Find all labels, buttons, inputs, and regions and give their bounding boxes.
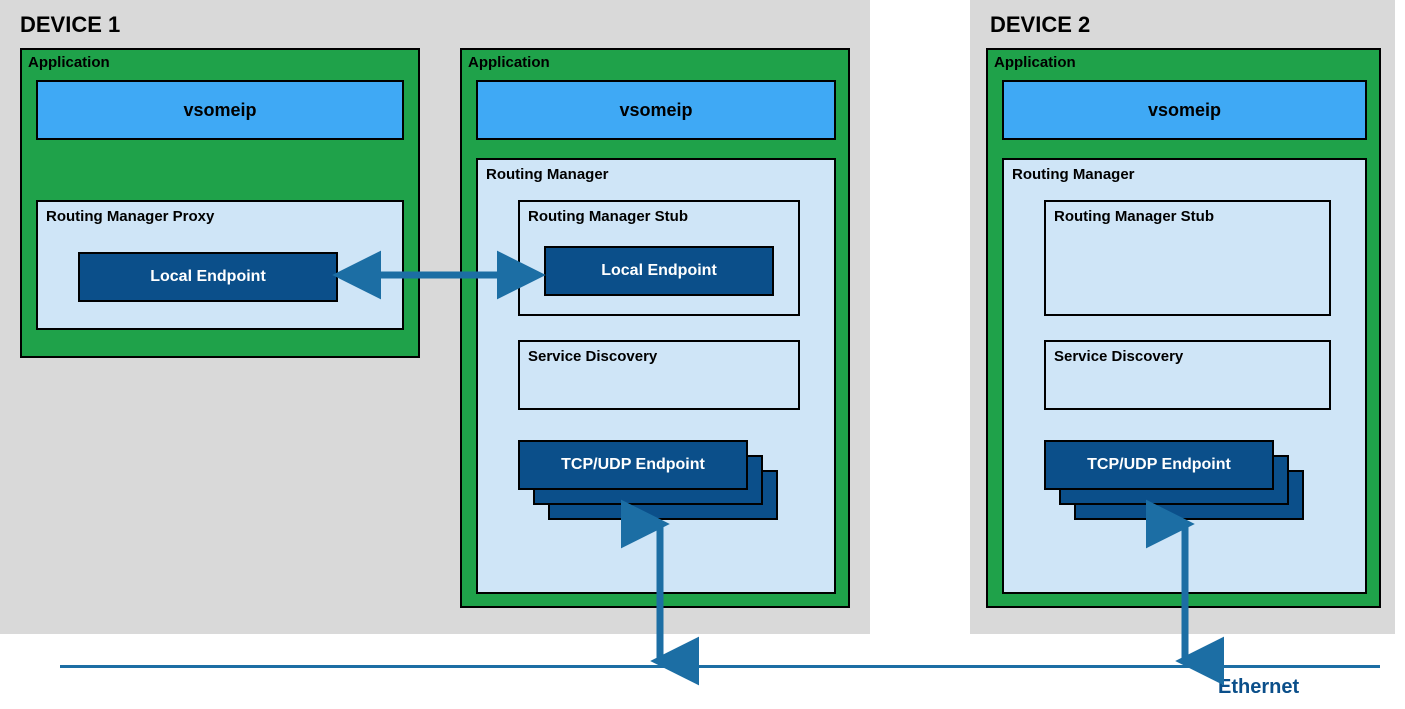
device1-service-discovery-box: Service Discovery xyxy=(518,340,800,410)
device1-tcp-udp-endpoint: TCP/UDP Endpoint xyxy=(518,440,748,490)
local-endpoint-text-2: Local Endpoint xyxy=(601,262,717,280)
device2-service-discovery-box: Service Discovery xyxy=(1044,340,1331,410)
device-2-label: DEVICE 2 xyxy=(990,12,1090,38)
tcp-udp-text-1: TCP/UDP Endpoint xyxy=(561,456,705,474)
vsomeip-text: vsomeip xyxy=(183,100,256,121)
device2-stub-label: Routing Manager Stub xyxy=(1054,208,1214,225)
device1-stub-label: Routing Manager Stub xyxy=(528,208,688,225)
device-1-label: DEVICE 1 xyxy=(20,12,120,38)
device2-vsomeip: vsomeip xyxy=(1002,80,1367,140)
device1-sd-label: Service Discovery xyxy=(528,348,657,365)
tcp-udp-text-2: TCP/UDP Endpoint xyxy=(1087,456,1231,474)
device1-proxy-local-endpoint: Local Endpoint xyxy=(78,252,338,302)
ethernet-label: Ethernet xyxy=(1218,676,1299,699)
device1-app1-vsomeip: vsomeip xyxy=(36,80,404,140)
device1-app1-box: Application vsomeip Routing Manager Prox… xyxy=(20,48,420,358)
device1-stub-local-endpoint: Local Endpoint xyxy=(544,246,774,296)
local-endpoint-text-1: Local Endpoint xyxy=(150,268,266,286)
device2-sd-label: Service Discovery xyxy=(1054,348,1183,365)
device1-proxy-label: Routing Manager Proxy xyxy=(46,208,214,225)
vsomeip-text-2: vsomeip xyxy=(619,100,692,121)
device1-app2-vsomeip: vsomeip xyxy=(476,80,836,140)
local-endpoint-arrow xyxy=(336,258,542,298)
device2-rm-stub-box: Routing Manager Stub xyxy=(1044,200,1331,316)
vsomeip-text-3: vsomeip xyxy=(1148,100,1221,121)
device2-app-label: Application xyxy=(994,54,1076,71)
device2-rm-label: Routing Manager xyxy=(1012,166,1135,183)
device1-rm-stub-box: Routing Manager Stub Local Endpoint xyxy=(518,200,800,316)
device2-ethernet-arrow xyxy=(1165,518,1205,670)
device2-tcp-udp-endpoint: TCP/UDP Endpoint xyxy=(1044,440,1274,490)
device1-app2-label: Application xyxy=(468,54,550,71)
device1-ethernet-arrow xyxy=(640,518,680,670)
device1-rm-label: Routing Manager xyxy=(486,166,609,183)
device1-app1-label: Application xyxy=(28,54,110,71)
